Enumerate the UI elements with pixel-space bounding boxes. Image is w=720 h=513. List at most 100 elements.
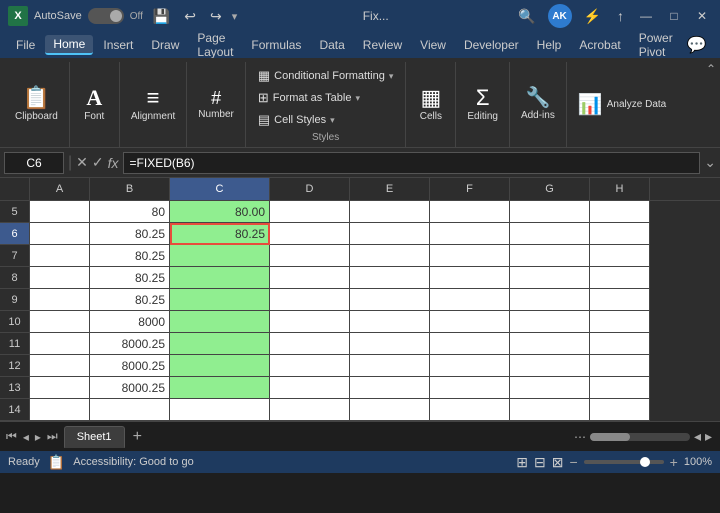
close-button[interactable]: ✕	[692, 6, 712, 26]
row-header-11[interactable]: 11	[0, 333, 30, 355]
more-commands[interactable]: ▾	[232, 10, 238, 23]
cell-b8[interactable]: 80.25	[90, 267, 170, 289]
cell-c7[interactable]	[170, 245, 270, 267]
cell-g12[interactable]	[510, 355, 590, 377]
cell-f11[interactable]	[430, 333, 510, 355]
save-icon[interactable]: 💾	[149, 6, 174, 27]
cell-f10[interactable]	[430, 311, 510, 333]
formula-expand-icon[interactable]: ⌄	[704, 154, 716, 171]
menu-data[interactable]: Data	[311, 36, 352, 54]
sheet-nav-prev[interactable]: ◂	[21, 428, 31, 446]
cell-c13[interactable]	[170, 377, 270, 399]
sheet-nav-first[interactable]: ⏮	[4, 427, 19, 446]
cell-f9[interactable]	[430, 289, 510, 311]
menu-home[interactable]: Home	[45, 35, 93, 55]
cell-f8[interactable]	[430, 267, 510, 289]
ribbon-collapse-button[interactable]: ⌃	[706, 62, 716, 76]
cell-d12[interactable]	[270, 355, 350, 377]
cell-h9[interactable]	[590, 289, 650, 311]
col-header-e[interactable]: E	[350, 178, 430, 200]
row-header-10[interactable]: 10	[0, 311, 30, 333]
cell-a9[interactable]	[30, 289, 90, 311]
cell-a11[interactable]	[30, 333, 90, 355]
menu-help[interactable]: Help	[529, 36, 570, 54]
analyze-button[interactable]: 📊 Analyze Data	[573, 92, 671, 118]
zoom-out-icon[interactable]: −	[569, 454, 577, 470]
cell-c14[interactable]	[170, 399, 270, 421]
cell-f7[interactable]	[430, 245, 510, 267]
autosave-toggle[interactable]	[88, 8, 124, 24]
cell-c5[interactable]: 80.00	[170, 201, 270, 223]
cell-c9[interactable]	[170, 289, 270, 311]
row-header-14[interactable]: 14	[0, 399, 30, 421]
cell-g10[interactable]	[510, 311, 590, 333]
cell-c12[interactable]	[170, 355, 270, 377]
cell-b7[interactable]: 80.25	[90, 245, 170, 267]
col-header-b[interactable]: B	[90, 178, 170, 200]
formula-confirm-icon[interactable]: ✓	[92, 154, 104, 171]
cell-h14[interactable]	[590, 399, 650, 421]
normal-view-button[interactable]: ⊞	[516, 454, 528, 471]
cell-a5[interactable]	[30, 201, 90, 223]
cell-e5[interactable]	[350, 201, 430, 223]
conditional-formatting-button[interactable]: ▦ Conditional Formatting ▾	[254, 66, 398, 86]
addins-button[interactable]: 🔧 Add-ins	[516, 85, 560, 124]
formula-input[interactable]	[123, 152, 701, 174]
cell-h13[interactable]	[590, 377, 650, 399]
cell-g11[interactable]	[510, 333, 590, 355]
col-header-d[interactable]: D	[270, 178, 350, 200]
cell-c6[interactable]: 80.25	[170, 223, 270, 245]
row-header-7[interactable]: 7	[0, 245, 30, 267]
cell-b9[interactable]: 80.25	[90, 289, 170, 311]
cell-d7[interactable]	[270, 245, 350, 267]
page-layout-view-button[interactable]: ⊟	[534, 454, 546, 471]
cell-g9[interactable]	[510, 289, 590, 311]
menu-power-pivot[interactable]: Power Pivot	[631, 29, 681, 61]
cell-d5[interactable]	[270, 201, 350, 223]
horizontal-scrollbar[interactable]	[590, 433, 690, 441]
cell-d8[interactable]	[270, 267, 350, 289]
cells-button[interactable]: ▦ Cells	[413, 84, 449, 125]
sheet-options-icon[interactable]: ⋯	[574, 430, 586, 444]
format-as-table-button[interactable]: ⊞ Format as Table ▾	[254, 88, 398, 108]
cell-h12[interactable]	[590, 355, 650, 377]
cell-h10[interactable]	[590, 311, 650, 333]
col-header-h[interactable]: H	[590, 178, 650, 200]
cell-g7[interactable]	[510, 245, 590, 267]
cell-e12[interactable]	[350, 355, 430, 377]
cell-e13[interactable]	[350, 377, 430, 399]
cell-e6[interactable]	[350, 223, 430, 245]
menu-insert[interactable]: Insert	[95, 36, 141, 54]
cell-d11[interactable]	[270, 333, 350, 355]
cell-f14[interactable]	[430, 399, 510, 421]
cell-e9[interactable]	[350, 289, 430, 311]
cell-e14[interactable]	[350, 399, 430, 421]
cell-f12[interactable]	[430, 355, 510, 377]
cell-a8[interactable]	[30, 267, 90, 289]
cell-b11[interactable]: 8000.25	[90, 333, 170, 355]
cell-a10[interactable]	[30, 311, 90, 333]
cell-h7[interactable]	[590, 245, 650, 267]
menu-view[interactable]: View	[412, 36, 454, 54]
fx-label[interactable]: fx	[108, 155, 119, 171]
cell-a12[interactable]	[30, 355, 90, 377]
cell-c8[interactable]	[170, 267, 270, 289]
menu-page-layout[interactable]: Page Layout	[189, 29, 241, 61]
cell-f13[interactable]	[430, 377, 510, 399]
col-header-g[interactable]: G	[510, 178, 590, 200]
redo-icon[interactable]: ↪	[206, 6, 226, 27]
cell-b10[interactable]: 8000	[90, 311, 170, 333]
number-button[interactable]: # Number	[193, 86, 239, 123]
cell-c10[interactable]	[170, 311, 270, 333]
cell-d14[interactable]	[270, 399, 350, 421]
cell-e8[interactable]	[350, 267, 430, 289]
undo-icon[interactable]: ↩	[180, 6, 200, 27]
cell-f5[interactable]	[430, 201, 510, 223]
maximize-button[interactable]: □	[664, 6, 684, 26]
cell-d13[interactable]	[270, 377, 350, 399]
comments-icon[interactable]: 💬	[683, 33, 711, 57]
col-header-a[interactable]: A	[30, 178, 90, 200]
row-header-8[interactable]: 8	[0, 267, 30, 289]
row-header-5[interactable]: 5	[0, 201, 30, 223]
cell-a7[interactable]	[30, 245, 90, 267]
